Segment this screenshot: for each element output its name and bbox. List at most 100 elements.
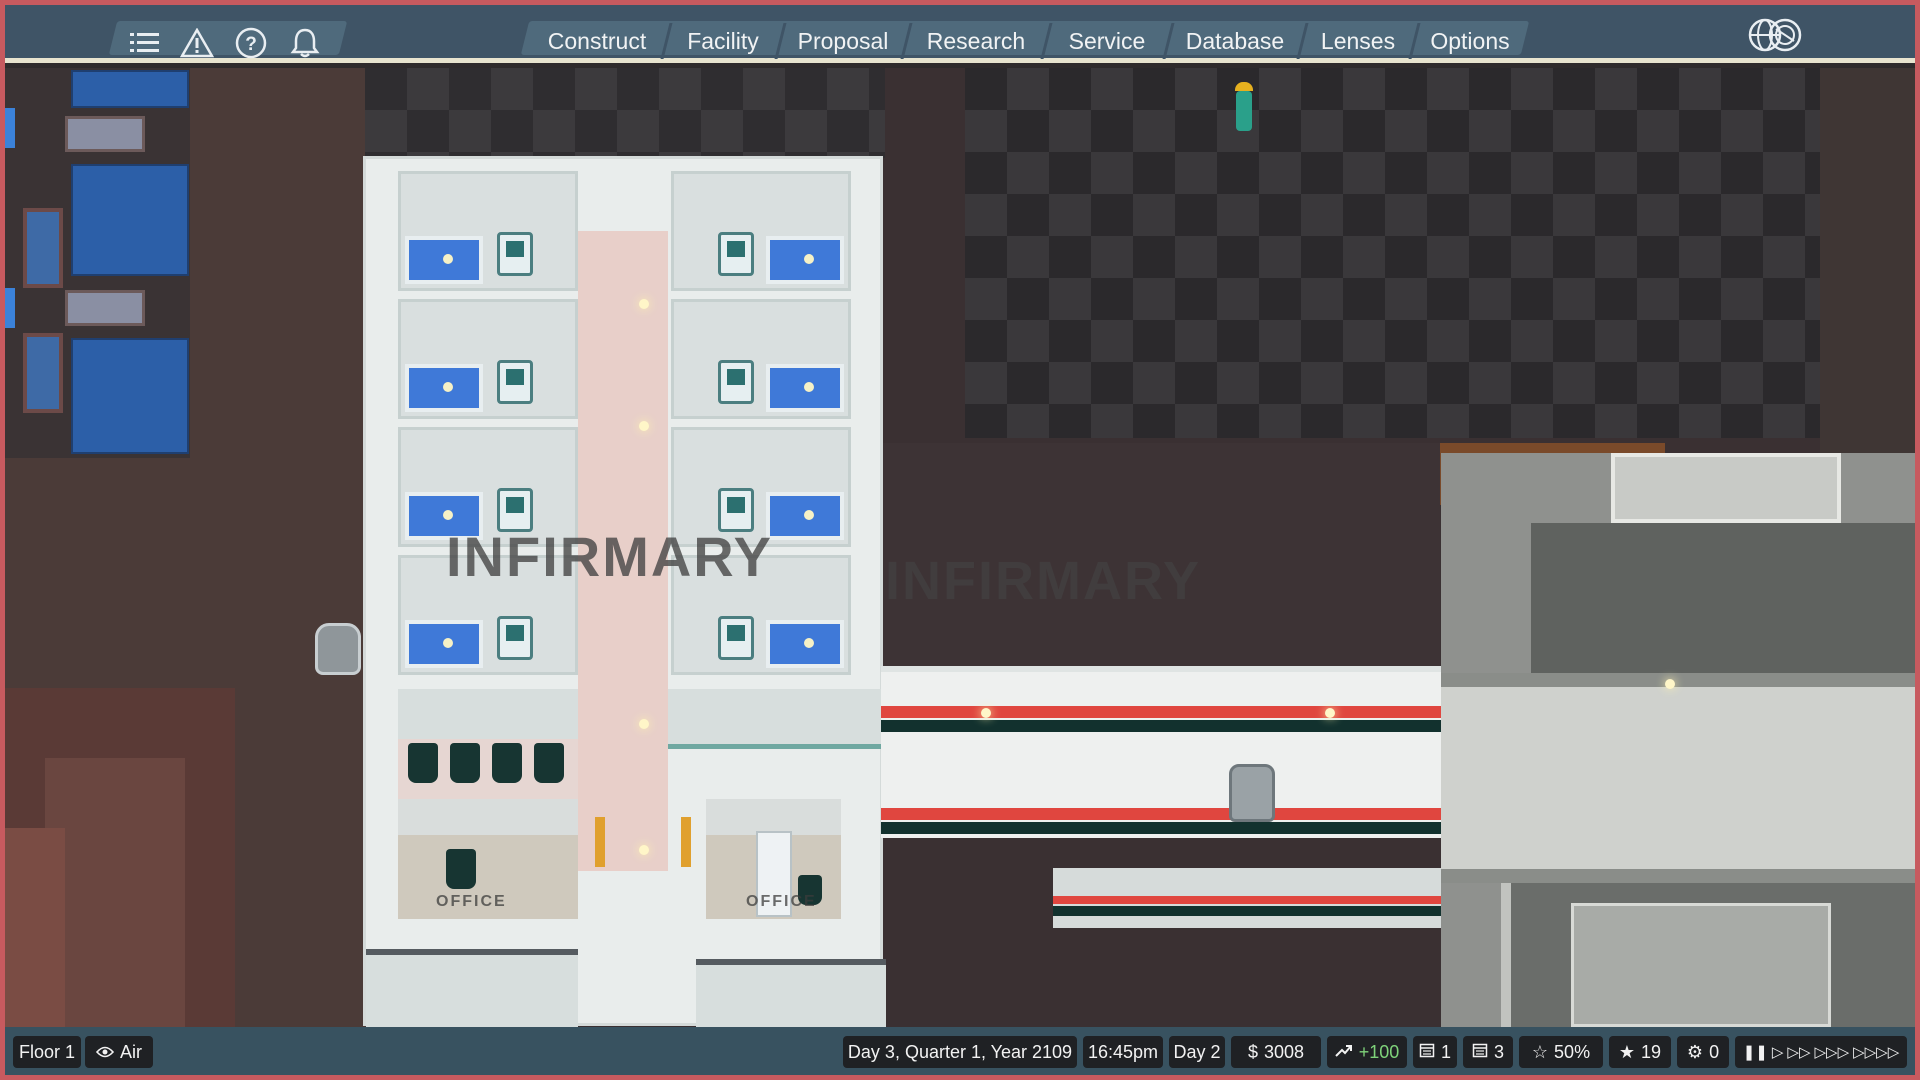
gears-display[interactable]: ⚙ 0 bbox=[1677, 1036, 1729, 1068]
hallway-stripe bbox=[1053, 896, 1441, 904]
bed-bay[interactable] bbox=[671, 299, 851, 419]
ceiling-light bbox=[639, 299, 649, 309]
solar-panel bbox=[65, 290, 145, 326]
calendar-count-b[interactable]: 3 bbox=[1463, 1036, 1513, 1068]
play-icon[interactable]: ▷ bbox=[1772, 1043, 1784, 1061]
day-display: Day 2 bbox=[1169, 1036, 1225, 1068]
tab-construct[interactable]: Construct bbox=[531, 23, 663, 59]
medical-monitor bbox=[497, 232, 533, 276]
ceiling-light bbox=[1665, 679, 1675, 689]
ceiling-light bbox=[639, 845, 649, 855]
tab-options[interactable]: Options bbox=[1417, 23, 1523, 59]
pause-icon[interactable]: ❚❚ bbox=[1743, 1043, 1768, 1061]
tab-proposal[interactable]: Proposal bbox=[783, 23, 903, 59]
solar-panel bbox=[71, 164, 189, 276]
dollar-icon: $ bbox=[1247, 1041, 1258, 1062]
waiting-chair[interactable] bbox=[492, 743, 522, 783]
game-world[interactable]: INFIRMARY INFIRMARY OFFICE OFFICE bbox=[5, 68, 1915, 1027]
approval-value: 50% bbox=[1554, 1041, 1591, 1062]
rock-patch bbox=[45, 758, 185, 1027]
pod bbox=[23, 333, 63, 413]
solar-panel bbox=[71, 338, 189, 454]
tab-facility[interactable]: Facility bbox=[669, 23, 777, 59]
worker-body bbox=[1236, 91, 1252, 131]
tab-database[interactable]: Database bbox=[1171, 23, 1299, 59]
status-bar: Floor 1 Air Day 3, Quarter 1, Year 2109 … bbox=[5, 1027, 1915, 1075]
hospital-bed[interactable] bbox=[405, 236, 483, 284]
door-marker bbox=[681, 817, 691, 867]
hospital-bed[interactable] bbox=[766, 492, 844, 540]
hospital-bed[interactable] bbox=[766, 620, 844, 668]
side-structure bbox=[5, 68, 190, 458]
bed-bay[interactable] bbox=[398, 171, 578, 291]
rock-field-top bbox=[365, 68, 885, 158]
waiting-chair[interactable] bbox=[450, 743, 480, 783]
hallway-stripe-dark bbox=[881, 822, 1441, 834]
bed-bay[interactable] bbox=[398, 299, 578, 419]
structure-bridge bbox=[1441, 673, 1915, 883]
bell-icon[interactable] bbox=[287, 25, 323, 61]
pod bbox=[23, 208, 63, 288]
hospital-bed[interactable] bbox=[766, 236, 844, 284]
faster-forward-icon[interactable]: ▷▷▷ bbox=[1815, 1043, 1850, 1061]
worker-character[interactable] bbox=[1233, 82, 1255, 138]
stars-display[interactable]: ★ 19 bbox=[1609, 1036, 1671, 1068]
rock-patch bbox=[5, 828, 65, 1027]
approval-display[interactable]: ☆ 50% bbox=[1519, 1036, 1603, 1068]
warning-icon[interactable] bbox=[179, 25, 215, 61]
gear-icon: ⚙ bbox=[1686, 1041, 1704, 1062]
office-room[interactable]: OFFICE bbox=[706, 799, 841, 919]
income-value: +100 bbox=[1358, 1041, 1400, 1062]
help-icon[interactable]: ? bbox=[233, 25, 269, 61]
tab-lenses[interactable]: Lenses bbox=[1305, 23, 1411, 59]
hallway-stripe-dark bbox=[1053, 906, 1441, 916]
room-label-office: OFFICE bbox=[436, 893, 507, 910]
date-display: Day 3, Quarter 1, Year 2109 bbox=[843, 1036, 1077, 1068]
hallway-stripe bbox=[881, 808, 1441, 820]
hard-hat bbox=[1235, 82, 1253, 91]
rock-field-right bbox=[965, 68, 1825, 438]
solar-panel bbox=[65, 116, 145, 152]
waiting-chair[interactable] bbox=[408, 743, 438, 783]
date-label: Day 3, Quarter 1, Year 2109 bbox=[847, 1041, 1073, 1062]
structure-shaft bbox=[1531, 523, 1915, 673]
waiting-chair[interactable] bbox=[534, 743, 564, 783]
bed-bay[interactable] bbox=[671, 171, 851, 291]
calendar-count-a[interactable]: 1 bbox=[1413, 1036, 1457, 1068]
astronaut-character[interactable] bbox=[315, 623, 361, 675]
svg-text:?: ? bbox=[245, 34, 257, 55]
tab-service[interactable]: Service bbox=[1049, 23, 1165, 59]
count-b-value: 3 bbox=[1493, 1041, 1504, 1062]
view-lens-toggle[interactable]: Air bbox=[85, 1036, 153, 1068]
infirmary-building[interactable]: INFIRMARY OFFICE OFFICE bbox=[363, 156, 886, 1027]
main-hallway[interactable] bbox=[881, 666, 1441, 838]
pipe bbox=[5, 108, 15, 148]
floor-label: Floor 1 bbox=[18, 1041, 76, 1062]
count-a-value: 1 bbox=[1441, 1041, 1452, 1062]
office-chair[interactable] bbox=[446, 849, 476, 889]
gears-value: 0 bbox=[1709, 1041, 1720, 1062]
fast-forward-icon[interactable]: ▷▷ bbox=[1787, 1043, 1810, 1061]
floor-selector[interactable]: Floor 1 bbox=[13, 1036, 81, 1068]
office-room[interactable]: OFFICE bbox=[398, 799, 578, 919]
money-display[interactable]: $ 3008 bbox=[1231, 1036, 1321, 1068]
fastest-forward-icon[interactable]: ▷▷▷▷ bbox=[1853, 1043, 1899, 1061]
list-icon[interactable] bbox=[127, 25, 163, 61]
hospital-bed[interactable] bbox=[405, 364, 483, 412]
globe-icon[interactable] bbox=[1745, 15, 1809, 55]
time-display: 16:45pm bbox=[1083, 1036, 1163, 1068]
stars-value: 19 bbox=[1641, 1041, 1662, 1062]
reception-wall bbox=[668, 689, 882, 749]
medical-monitor bbox=[718, 616, 754, 660]
room-label-infirmary-2: INFIRMARY bbox=[885, 551, 1201, 611]
trend-up-icon bbox=[1335, 1042, 1353, 1063]
view-label: Air bbox=[120, 1041, 142, 1062]
hospital-bed[interactable] bbox=[405, 620, 483, 668]
hallway-stripe-dark bbox=[881, 720, 1441, 732]
robot-character[interactable] bbox=[1229, 764, 1275, 822]
income-display[interactable]: +100 bbox=[1327, 1036, 1407, 1068]
airlock-structure[interactable] bbox=[1441, 453, 1915, 1027]
tab-research[interactable]: Research bbox=[909, 23, 1043, 59]
hospital-bed[interactable] bbox=[766, 364, 844, 412]
star-outline-icon: ☆ bbox=[1531, 1041, 1549, 1062]
